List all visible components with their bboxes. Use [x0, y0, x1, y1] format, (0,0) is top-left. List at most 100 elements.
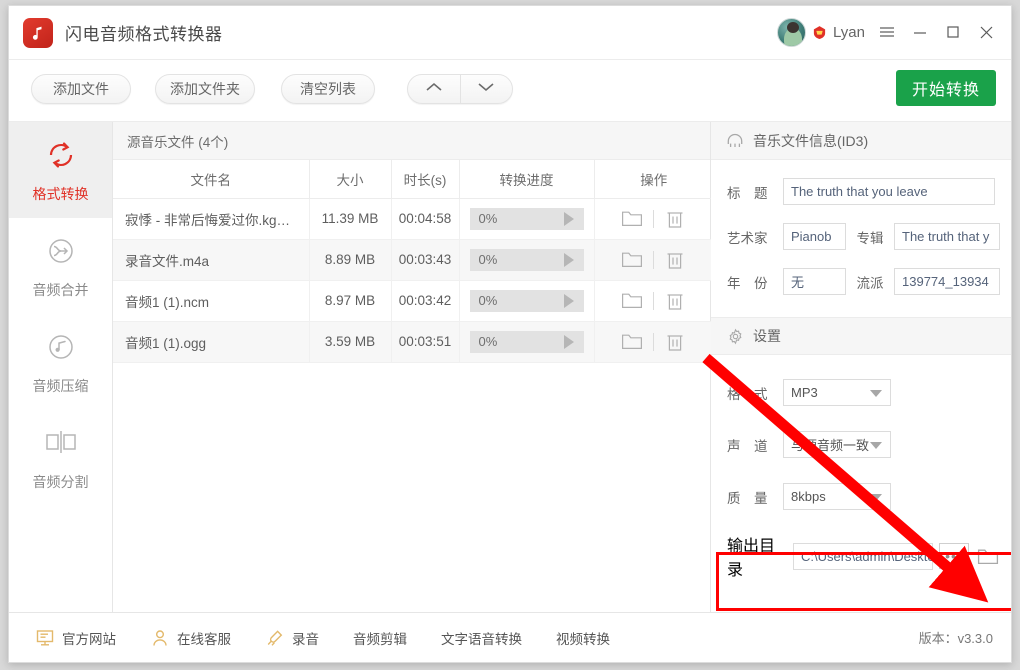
start-convert-button[interactable]: 开始转换	[896, 70, 996, 106]
column-header-size: 大小	[309, 160, 391, 198]
cell-progress: 0%	[459, 321, 594, 362]
open-folder-icon[interactable]	[611, 332, 653, 351]
microphone-icon	[265, 628, 285, 648]
table-row[interactable]: 音频1 (1).ogg3.59 MB00:03:510%	[113, 321, 713, 362]
page-title: 闪电音频格式转换器	[65, 20, 223, 45]
app-logo-icon	[23, 18, 53, 48]
sidebar-item-audio-merge[interactable]: 音频合并	[9, 218, 112, 314]
version-label: 版本：v3.3.0	[919, 628, 993, 647]
id3-album-field[interactable]: The truth that y	[894, 223, 1000, 250]
quality-select[interactable]: 8kbps	[783, 483, 891, 510]
id3-genre-field[interactable]: 139774_13934	[894, 268, 1000, 295]
format-value: MP3	[791, 385, 818, 400]
clear-list-button[interactable]: 清空列表	[281, 74, 375, 104]
add-file-button[interactable]: 添加文件	[31, 74, 131, 104]
play-triangle-icon[interactable]	[564, 212, 574, 226]
play-triangle-icon[interactable]	[564, 335, 574, 349]
open-folder-icon[interactable]	[611, 250, 653, 269]
cell-progress: 0%	[459, 198, 594, 239]
id3-genre-label: 流派	[846, 272, 894, 292]
hamburger-menu-icon[interactable]	[872, 18, 902, 46]
person-headset-icon	[150, 628, 170, 648]
sidebar-item-label: 格式转换	[33, 184, 89, 204]
file-list-panel: 源音乐文件 (4个) 文件名 大小 时长(s) 转换进度 操作 寂悸 - 非常后…	[113, 122, 711, 612]
progress-bar: 0%	[470, 331, 584, 353]
cell-progress: 0%	[459, 239, 594, 280]
open-folder-icon[interactable]	[611, 291, 653, 310]
table-row[interactable]: 录音文件.m4a8.89 MB00:03:43 0%	[113, 239, 713, 280]
cell-size: 8.89 MB	[309, 239, 391, 280]
format-select[interactable]: MP3	[783, 379, 891, 406]
column-header-progress: 转换进度	[459, 160, 594, 198]
column-header-filename: 文件名	[113, 160, 309, 198]
avatar[interactable]	[777, 18, 806, 47]
channel-row: 声 道 与源音频一致	[711, 431, 1011, 458]
table-row[interactable]: 音频1 (1).ncm8.97 MB00:03:420%	[113, 280, 713, 321]
footer-bar: 官方网站 在线客服 录音 音频剪辑 文字语音转换 视频转换 版本：v3.3.0	[9, 612, 1011, 662]
format-label: 格 式	[727, 383, 783, 403]
open-folder-icon[interactable]	[611, 209, 653, 228]
user-account[interactable]: Lyan	[777, 18, 865, 47]
id3-artist-album-row: 艺术家 Pianob 专辑 The truth that y	[711, 223, 1011, 250]
footer-link-5[interactable]: 文字语音转换	[441, 628, 522, 648]
cell-filename: 音频1 (1).ncm	[113, 280, 309, 321]
play-triangle-icon[interactable]	[564, 253, 574, 267]
vip-crown-icon	[812, 25, 827, 40]
quality-value: 8kbps	[791, 489, 826, 504]
sidebar-item-format-convert[interactable]: 格式转换	[9, 122, 112, 218]
id3-album-label: 专辑	[846, 227, 894, 247]
id3-section-title: 音乐文件信息(ID3)	[753, 131, 868, 151]
delete-row-icon[interactable]	[654, 291, 696, 311]
column-header-duration: 时长(s)	[391, 160, 459, 198]
move-down-button[interactable]	[461, 75, 513, 103]
move-up-button[interactable]	[408, 75, 461, 103]
browse-output-button[interactable]: •••	[939, 543, 969, 569]
progress-bar: 0%	[470, 249, 584, 271]
delete-row-icon[interactable]	[654, 332, 696, 352]
file-table: 文件名 大小 时长(s) 转换进度 操作 寂悸 - 非常后悔爱过你.kg…11.…	[113, 160, 713, 363]
sidebar-item-audio-split[interactable]: 音频分割	[9, 410, 112, 506]
chevron-down-icon	[477, 80, 495, 98]
progress-value: 0%	[479, 252, 498, 267]
table-header-row: 文件名 大小 时长(s) 转换进度 操作	[113, 160, 713, 198]
chevron-down-icon	[870, 442, 882, 449]
sidebar-item-label: 音频分割	[33, 472, 89, 492]
cell-size: 11.39 MB	[309, 198, 391, 239]
id3-title-field[interactable]: The truth that you leave	[783, 178, 995, 205]
minimize-icon[interactable]	[905, 18, 935, 46]
footer-link-2[interactable]: 在线客服	[150, 628, 231, 648]
open-output-folder-icon[interactable]	[975, 543, 1001, 569]
footer-link-4[interactable]: 音频剪辑	[353, 628, 407, 648]
footer-link-1[interactable]: 官方网站	[35, 628, 116, 648]
footer-link-6[interactable]: 视频转换	[556, 628, 610, 648]
cell-size: 3.59 MB	[309, 321, 391, 362]
output-dir-input[interactable]: C:\Users\admin\Desktc	[793, 543, 933, 570]
window-controls	[872, 18, 1001, 46]
add-folder-button[interactable]: 添加文件夹	[155, 74, 255, 104]
delete-row-icon[interactable]	[654, 209, 696, 229]
cell-actions	[594, 321, 713, 362]
channel-value: 与源音频一致	[791, 435, 869, 454]
quality-row: 质 量 8kbps	[711, 483, 1011, 510]
footer-link-3[interactable]: 录音	[265, 628, 319, 648]
file-list-section-title: 源音乐文件 (4个)	[113, 122, 710, 160]
table-row[interactable]: 寂悸 - 非常后悔爱过你.kg…11.39 MB00:04:580%	[113, 198, 713, 239]
app-window: 闪电音频格式转换器 Lyan	[8, 5, 1012, 663]
id3-artist-field[interactable]: Pianob	[783, 223, 846, 250]
maximize-icon[interactable]	[938, 18, 968, 46]
play-triangle-icon[interactable]	[564, 294, 574, 308]
settings-section-title: 设置	[753, 326, 781, 346]
sidebar-item-audio-compress[interactable]: 音频压缩	[9, 314, 112, 410]
sidebar-item-label: 音频压缩	[33, 376, 89, 396]
reorder-button-group	[407, 74, 513, 104]
id3-section-header: 音乐文件信息(ID3)	[711, 122, 1011, 160]
id3-title-label: 标 题	[727, 182, 783, 202]
cell-duration: 00:03:43	[391, 239, 459, 280]
id3-year-field[interactable]: 无	[783, 268, 846, 295]
progress-bar: 0%	[470, 208, 584, 230]
close-icon[interactable]	[971, 18, 1001, 46]
delete-row-icon[interactable]	[654, 250, 696, 270]
id3-year-label: 年 份	[727, 272, 783, 292]
channel-select[interactable]: 与源音频一致	[783, 431, 891, 458]
cell-filename: 录音文件.m4a	[113, 239, 309, 280]
